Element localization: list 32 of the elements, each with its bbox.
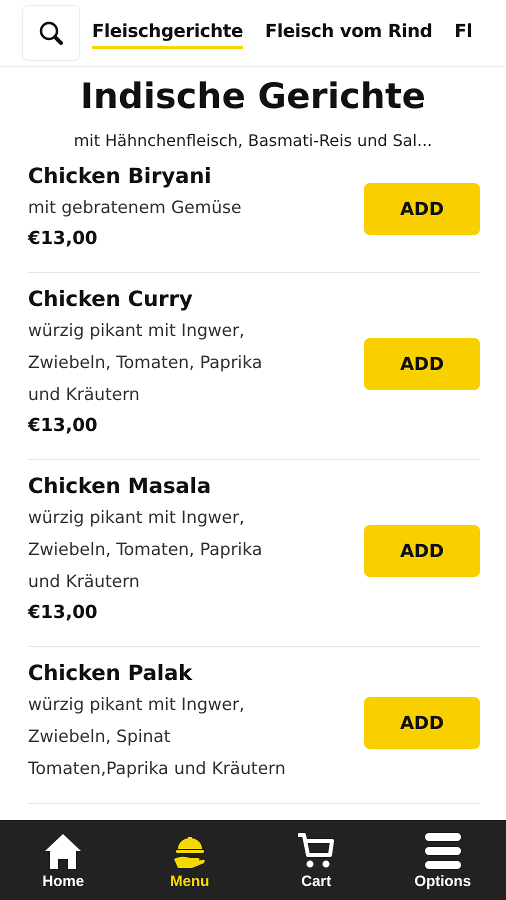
category-tab[interactable]: Fleisch vom Rind [264, 17, 432, 49]
dish-description: würzig pikant mit Ingwer, [28, 507, 246, 530]
dish-name: Chicken Palak [28, 661, 194, 685]
dish-price: €13,00 [28, 227, 98, 251]
add-button[interactable]: ADD [364, 183, 480, 235]
category-title: Indische Gerichte [79, 77, 427, 117]
dish-description: und Kräutern [28, 571, 141, 594]
dish-description: mit gebratenem Gemüse [28, 197, 242, 220]
dish-description: Zwiebeln, Tomaten, Paprika [28, 539, 264, 562]
search-button[interactable] [22, 5, 80, 61]
dish-name: Chicken Curry [28, 287, 194, 311]
dish-description: würzig pikant mit Ingwer, [28, 320, 246, 343]
add-button[interactable]: ADD [364, 525, 480, 577]
dish-description: würzig pikant mit Ingwer, [28, 694, 246, 717]
dish-price: €13,00 [28, 601, 98, 625]
nav-tab[interactable]: Menu [126, 820, 253, 900]
search-icon [38, 20, 64, 46]
add-button[interactable]: ADD [364, 697, 480, 749]
dish-description: Zwiebeln, Spinat [28, 726, 172, 749]
category-tab[interactable]: Fleischgerichte [92, 17, 243, 49]
nav-tab[interactable]: Cart [253, 820, 380, 900]
nav-tab[interactable]: Options [380, 820, 506, 900]
dish-description: Tomaten,Paprika und Kräutern [28, 758, 287, 781]
dish-description: und Kräutern [28, 384, 141, 407]
dish-description: Zwiebeln, Tomaten, Paprika [28, 352, 264, 375]
add-button[interactable]: ADD [364, 338, 480, 390]
nav-tab[interactable]: Home [0, 820, 126, 900]
dish-price: €13,00 [28, 414, 98, 438]
category-tab[interactable]: Fl [454, 17, 472, 49]
dish-name: Chicken Biryani [28, 164, 212, 188]
category-subtitle: mit Hähnchenfleisch, Basmati-Reis und Sal... [72, 131, 434, 150]
dish-name: Chicken Masala [28, 474, 212, 498]
